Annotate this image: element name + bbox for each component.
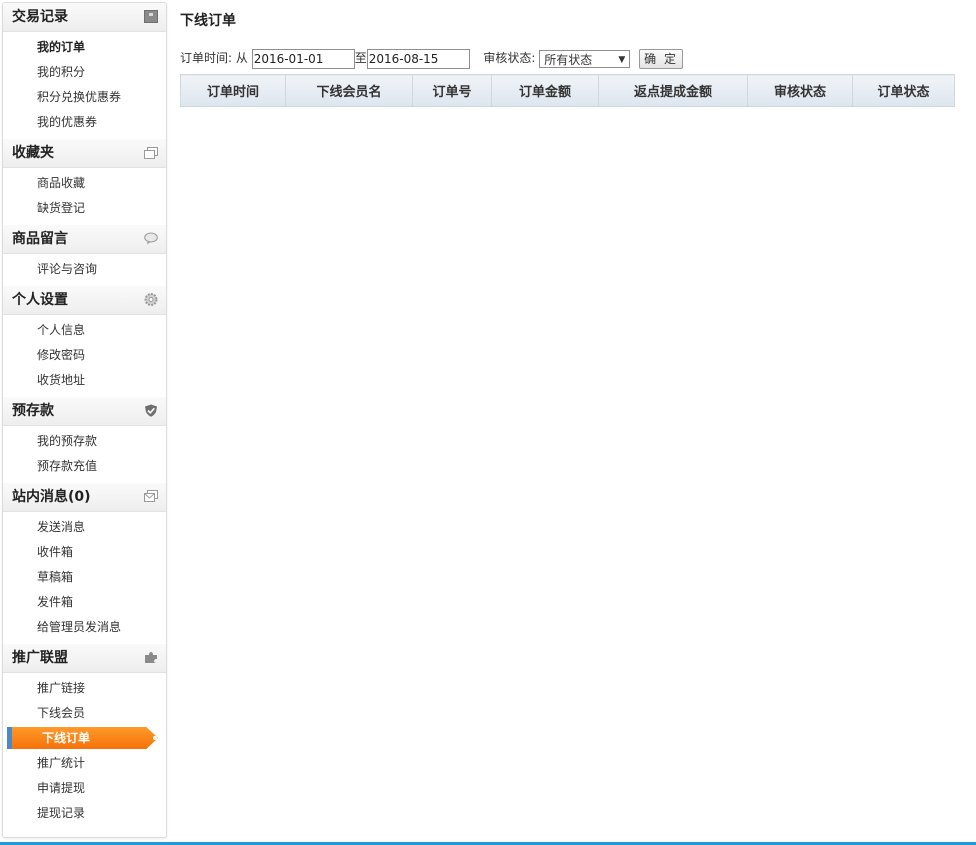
date-to-input[interactable] (366, 48, 470, 69)
sidebar-item-deposit-recharge[interactable]: 预存款充值 (3, 454, 166, 479)
envelope-icon (144, 490, 158, 502)
sidebar-item-my-points[interactable]: 我的积分 (3, 60, 166, 85)
gear-icon (144, 293, 158, 306)
sidebar-item-promo-stats[interactable]: 推广统计 (3, 751, 166, 776)
sidebar-item-label: 下线订单 (42, 731, 91, 745)
sidebar-group-favorites: 收藏夹 (3, 139, 166, 168)
column-header[interactable]: 订单金额 (491, 74, 599, 107)
sidebar-item-withdraw-request[interactable]: 申请提现 (3, 776, 166, 801)
order-time-label: 订单时间: 从 (180, 51, 248, 65)
column-header[interactable]: 返点提成金额 (598, 74, 748, 107)
sidebar-group-personal: 个人设置 (3, 286, 166, 315)
sidebar-item-change-password[interactable]: 修改密码 (3, 343, 166, 368)
sidebar: 交易记录 我的订单 我的积分 积分兑换优惠券 我的优惠券 收藏夹 商品收藏 缺货… (2, 2, 167, 838)
status-select[interactable]: 所有状态 ▼ (539, 49, 631, 68)
sidebar-item-address[interactable]: 收货地址 (3, 368, 166, 393)
group-title: 交易记录 (12, 9, 68, 25)
shield-check-icon (145, 404, 157, 417)
puzzle-icon (145, 652, 157, 663)
column-header[interactable]: 订单时间 (180, 74, 286, 107)
filter-bar: 订单时间: 从 至 审核状态: 所有状态 ▼ 确 定 (180, 47, 684, 69)
date-from-input[interactable] (251, 48, 355, 69)
to-label: 至 (354, 51, 367, 65)
sidebar-item-drafts[interactable]: 草稿箱 (3, 565, 166, 590)
sidebar-group-deposit: 预存款 (3, 397, 166, 426)
group-title: 站内消息(0) (12, 489, 91, 505)
table-header-row: 订单时间 下线会员名 订单号 订单金额 返点提成金额 审核状态 订单状态 (180, 74, 955, 107)
sidebar-item-withdraw-records[interactable]: 提现记录 (3, 801, 166, 826)
status-label: 审核状态: (483, 51, 536, 65)
sidebar-item-message-admin[interactable]: 给管理员发消息 (3, 615, 166, 640)
sidebar-group-messages: 站内消息(0) (3, 483, 166, 512)
box-icon (144, 10, 158, 23)
active-dot (153, 736, 157, 740)
group-title: 推广联盟 (12, 650, 68, 666)
status-select-value: 所有状态 (544, 52, 593, 67)
page-title: 下线订单 (180, 13, 236, 29)
folders-icon (144, 147, 158, 159)
sidebar-item-my-deposit[interactable]: 我的预存款 (3, 429, 166, 454)
column-header[interactable]: 下线会员名 (285, 74, 413, 107)
sidebar-item-send-message[interactable]: 发送消息 (3, 515, 166, 540)
orders-table: 订单时间 下线会员名 订单号 订单金额 返点提成金额 审核状态 订单状态 (180, 74, 955, 107)
sidebar-item-downline-members[interactable]: 下线会员 (3, 701, 166, 726)
sidebar-item-profile[interactable]: 个人信息 (3, 318, 166, 343)
sidebar-group-affiliate: 推广联盟 (3, 644, 166, 673)
sidebar-item-points-exchange[interactable]: 积分兑换优惠券 (3, 85, 166, 110)
sidebar-item-my-coupons[interactable]: 我的优惠券 (3, 110, 166, 135)
group-title: 商品留言 (12, 231, 68, 247)
sidebar-item-product-favorites[interactable]: 商品收藏 (3, 171, 166, 196)
group-title: 预存款 (12, 403, 54, 419)
sidebar-item-downline-orders[interactable]: 下线订单 (3, 726, 166, 751)
sidebar-item-inbox[interactable]: 收件箱 (3, 540, 166, 565)
group-title: 收藏夹 (12, 145, 54, 161)
column-header[interactable]: 订单号 (412, 74, 492, 107)
sidebar-item-out-of-stock[interactable]: 缺货登记 (3, 196, 166, 221)
active-indicator-bar (7, 727, 12, 749)
sidebar-item-reviews[interactable]: 评论与咨询 (3, 257, 166, 282)
sidebar-item-my-orders[interactable]: 我的订单 (3, 35, 166, 60)
group-title: 个人设置 (12, 292, 68, 308)
dropdown-arrow-icon: ▼ (618, 54, 626, 65)
sidebar-group-comments: 商品留言 (3, 225, 166, 254)
column-header[interactable]: 订单状态 (852, 74, 955, 107)
sidebar-item-promo-link[interactable]: 推广链接 (3, 676, 166, 701)
sidebar-group-trade: 交易记录 (3, 3, 166, 32)
sidebar-item-outbox[interactable]: 发件箱 (3, 590, 166, 615)
column-header[interactable]: 审核状态 (747, 74, 853, 107)
submit-button[interactable]: 确 定 (639, 48, 684, 69)
speech-bubble-icon (144, 232, 158, 245)
